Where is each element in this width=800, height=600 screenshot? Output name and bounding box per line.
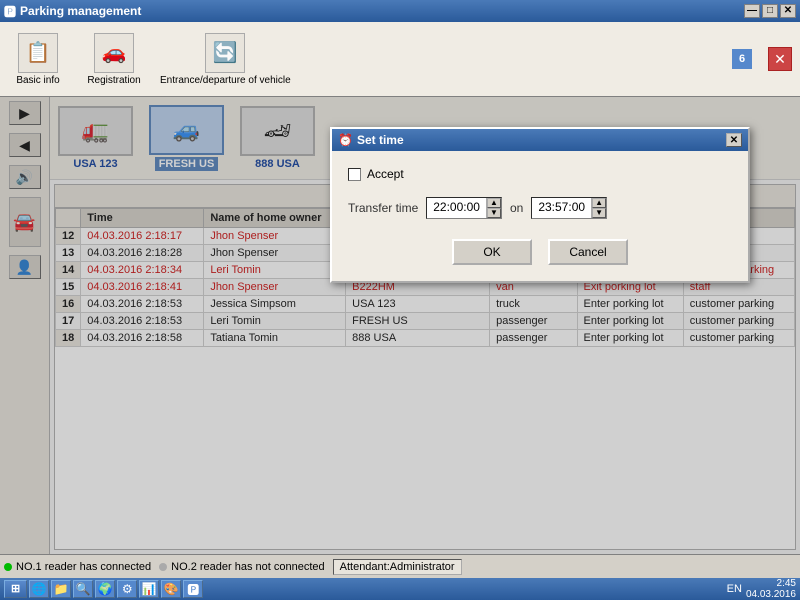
close-app-button[interactable]: ✕: [768, 47, 792, 71]
on-time-value[interactable]: 23:57:00: [532, 198, 591, 218]
reader2-status: NO.2 reader has not connected: [159, 561, 324, 573]
maximize-button[interactable]: □: [762, 4, 778, 18]
toolbar-registration[interactable]: 🚗 Registration: [84, 33, 144, 86]
toolbar: 📋 Basic info 🚗 Registration 🔄 Entrance/d…: [0, 22, 800, 97]
registration-label: Registration: [87, 75, 140, 86]
entrance-departure-icon: 🔄: [205, 33, 245, 73]
clock-date: 04.03.2016: [746, 589, 796, 600]
reader1-status: NO.1 reader has connected: [4, 561, 151, 573]
modal-close-button[interactable]: ✕: [726, 133, 742, 147]
on-time-down[interactable]: ▼: [592, 208, 606, 218]
taskbar-right: EN 2:45 04.03.2016: [727, 578, 796, 600]
modal-title: Set time: [357, 133, 404, 147]
clock-time: 2:45: [746, 578, 796, 589]
taskbar-folder-icon[interactable]: 📁: [51, 580, 71, 598]
status-bar: NO.1 reader has connected NO.2 reader ha…: [0, 554, 800, 578]
notification-badge: 6: [732, 49, 752, 69]
basic-info-label: Basic info: [16, 75, 59, 86]
reader2-status-icon: [159, 563, 167, 571]
close-button[interactable]: ✕: [780, 4, 796, 18]
taskbar-search-icon[interactable]: 🔍: [73, 580, 93, 598]
transfer-time-value[interactable]: 22:00:00: [427, 198, 486, 218]
taskbar-ie-icon[interactable]: 🌐: [29, 580, 49, 598]
transfer-time-spinner: ▲ ▼: [486, 198, 501, 218]
attendant-status: Attendant:Administrator: [333, 559, 462, 575]
modal-body: Accept Transfer time 22:00:00 ▲ ▼ on 23:…: [332, 151, 748, 281]
app-icon: 🅿: [4, 3, 16, 20]
taskbar: ⊞ 🌐 📁 🔍 🌍 ⚙ 📊 🎨 🅿 EN 2:45 04.03.2016: [0, 578, 800, 600]
taskbar-settings-icon[interactable]: ⚙: [117, 580, 137, 598]
taskbar-left: ⊞ 🌐 📁 🔍 🌍 ⚙ 📊 🎨 🅿: [4, 580, 203, 598]
on-time-up[interactable]: ▲: [592, 198, 606, 208]
taskbar-chart-icon[interactable]: 📊: [139, 580, 159, 598]
ok-button[interactable]: OK: [452, 239, 532, 265]
accept-row: Accept: [348, 167, 732, 181]
basic-info-icon: 📋: [18, 33, 58, 73]
transfer-time-down[interactable]: ▼: [487, 208, 501, 218]
toolbar-entrance-departure[interactable]: 🔄 Entrance/departure of vehicle: [160, 33, 291, 86]
clock: 2:45 04.03.2016: [746, 578, 796, 600]
modal-icon: ⏰: [338, 133, 353, 147]
reader1-status-icon: [4, 563, 12, 571]
accept-label: Accept: [367, 167, 404, 181]
app-title: Parking management: [20, 4, 141, 18]
on-time-input-wrapper: 23:57:00 ▲ ▼: [531, 197, 607, 219]
transfer-time-up[interactable]: ▲: [487, 198, 501, 208]
modal-overlay: ⏰ Set time ✕ Accept Transfer time 22:00:…: [0, 97, 800, 554]
time-row: Transfer time 22:00:00 ▲ ▼ on 23:57:00 ▲: [348, 197, 732, 219]
taskbar-chrome-icon[interactable]: 🌍: [95, 580, 115, 598]
transfer-time-label: Transfer time: [348, 201, 418, 215]
transfer-time-input-wrapper: 22:00:00 ▲ ▼: [426, 197, 502, 219]
minimize-button[interactable]: —: [744, 4, 760, 18]
registration-icon: 🚗: [94, 33, 134, 73]
main-area: ▶ ◀ 🔊 🚘 👤 🚛 USA 123 🚙 FRESH US 🏎 888 USA…: [0, 97, 800, 554]
set-time-modal: ⏰ Set time ✕ Accept Transfer time 22:00:…: [330, 127, 750, 283]
title-bar-left: 🅿 Parking management: [4, 3, 141, 20]
taskbar-paint-icon[interactable]: 🎨: [161, 580, 181, 598]
taskbar-app-icon[interactable]: 🅿: [183, 580, 203, 598]
reader1-label: NO.1 reader has connected: [16, 561, 151, 573]
title-bar-controls: — □ ✕: [744, 4, 796, 18]
attendant-label: Attendant:Administrator: [340, 561, 455, 573]
modal-title-left: ⏰ Set time: [338, 133, 404, 147]
title-bar: 🅿 Parking management — □ ✕: [0, 0, 800, 22]
modal-buttons: OK Cancel: [348, 239, 732, 265]
on-label: on: [510, 201, 523, 215]
reader2-label: NO.2 reader has not connected: [171, 561, 324, 573]
toolbar-basic-info[interactable]: 📋 Basic info: [8, 33, 68, 86]
on-time-spinner: ▲ ▼: [591, 198, 606, 218]
cancel-button[interactable]: Cancel: [548, 239, 628, 265]
modal-title-bar: ⏰ Set time ✕: [332, 129, 748, 151]
start-button[interactable]: ⊞: [4, 580, 27, 598]
tray-lang: EN: [727, 583, 742, 595]
accept-checkbox[interactable]: [348, 168, 361, 181]
entrance-departure-label: Entrance/departure of vehicle: [160, 75, 291, 86]
